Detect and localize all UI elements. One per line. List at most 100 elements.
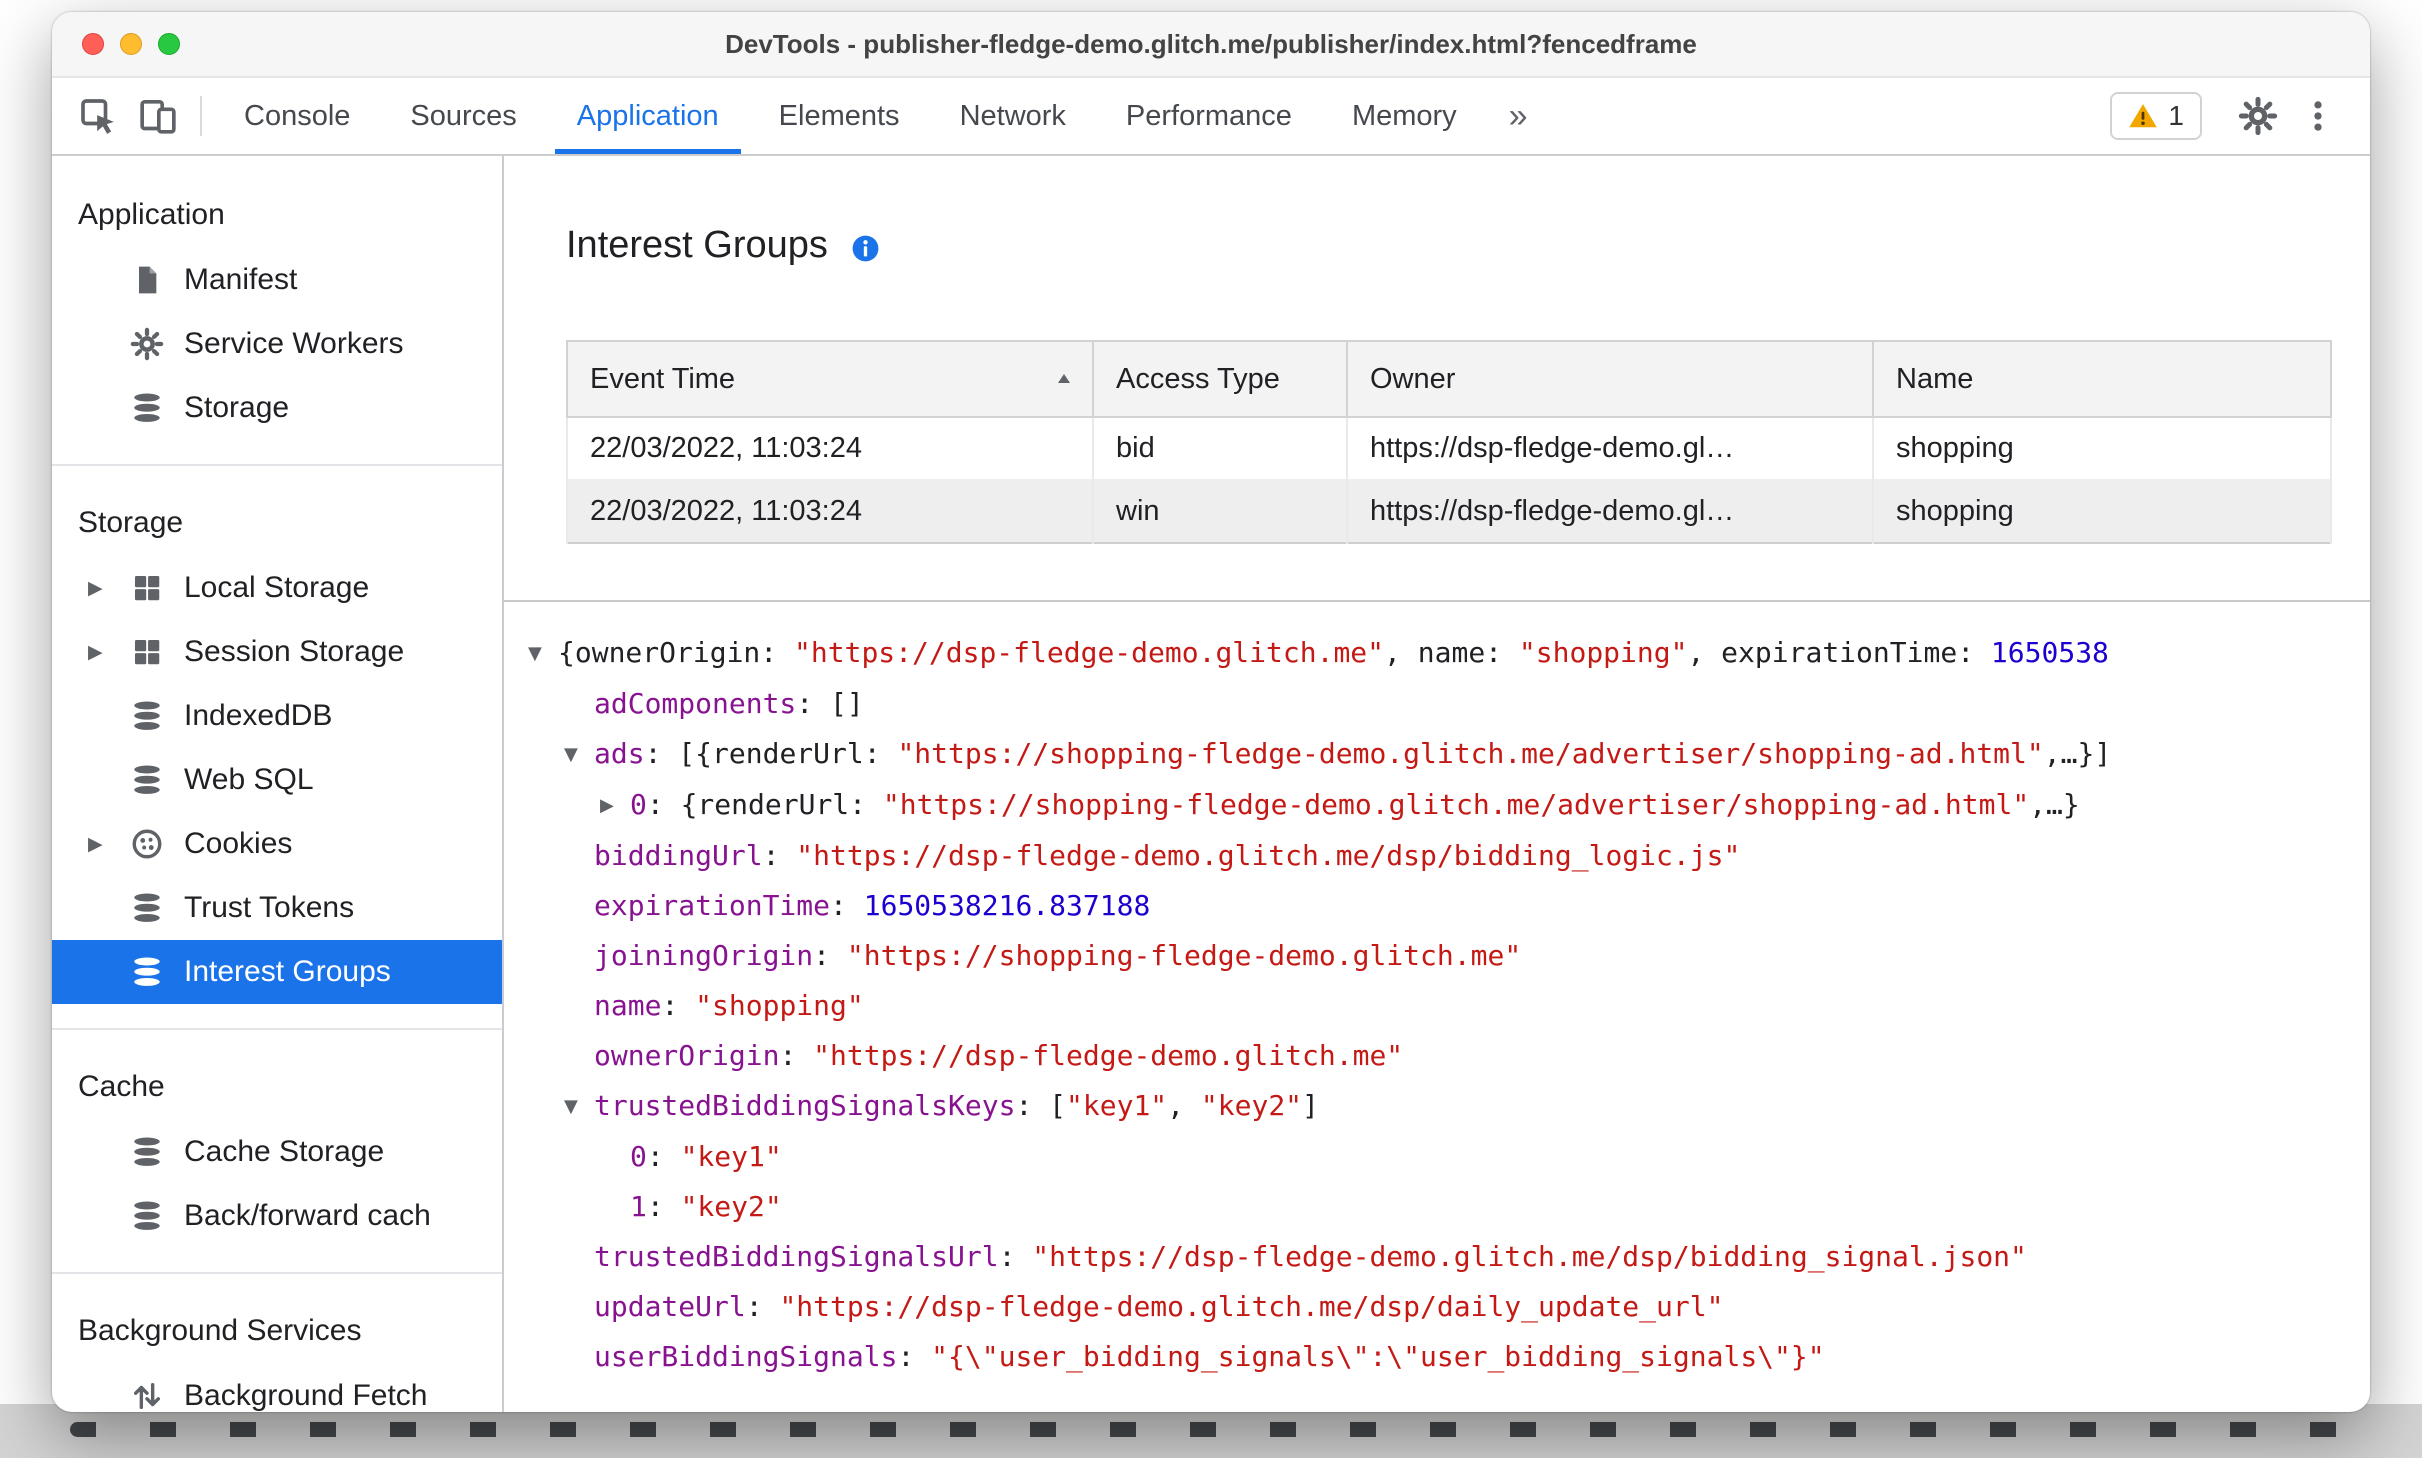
sidebar-item-back-forward-cach[interactable]: Back/forward cach (52, 1184, 502, 1248)
toolbar-right-controls: 1 (2110, 78, 2370, 154)
sidebar-section-cache: Cache (78, 1070, 165, 1103)
tree-line[interactable]: adComponents: [] (528, 679, 2370, 729)
tab-network[interactable]: Network (930, 78, 1096, 154)
sidebar-item-cookies[interactable]: ▶ Cookies (52, 812, 502, 876)
disclosure-triangle-icon[interactable]: ▶ (88, 641, 128, 664)
collapse-arrow-icon[interactable]: ▼ (564, 730, 594, 780)
sidebar-item-local-storage[interactable]: ▶ Local Storage (52, 556, 502, 620)
tree-line[interactable]: ownerOrigin: "https://dsp-fledge-demo.gl… (528, 1031, 2370, 1081)
string-value: "https://dsp-fledge-demo.glitch.me/dsp/b… (1032, 1240, 2027, 1273)
tree-line[interactable]: userBiddingSignals: "{\"user_bidding_sig… (528, 1332, 2370, 1382)
column-header-access-type[interactable]: Access Type (1092, 340, 1348, 418)
event-cell: win (1092, 479, 1348, 543)
tree-line[interactable]: joiningOrigin: "https://shopping-fledge-… (528, 931, 2370, 981)
string-value: "key1" (680, 1140, 782, 1173)
panel-tabs: Console Sources Application Elements Network… (214, 78, 1487, 154)
zoom-button[interactable] (158, 33, 180, 55)
device-toolbar-button[interactable] (128, 78, 188, 154)
column-header-event-time[interactable]: Event Time (566, 340, 1094, 418)
database-icon (128, 953, 166, 991)
issues-badge[interactable]: 1 (2110, 92, 2202, 140)
disclosure-triangle-icon[interactable]: ▶ (88, 577, 128, 600)
tree-line[interactable]: 1: "key2" (528, 1182, 2370, 1232)
punctuation: [{renderUrl: (678, 737, 898, 770)
sidebar-item-label: Back/forward cach (184, 1199, 431, 1232)
tab-console[interactable]: Console (214, 78, 380, 154)
sidebar-item-web-sql[interactable]: Web SQL (52, 748, 502, 812)
property-name: userBiddingSignals (594, 1340, 898, 1373)
background-page-strip (0, 1404, 2422, 1458)
expand-arrow-icon[interactable]: ▶ (600, 781, 630, 831)
tab-memory[interactable]: Memory (1322, 78, 1487, 154)
sidebar-section-storage: Storage (78, 506, 184, 539)
tree-line[interactable]: ▼ {ownerOrigin: "https://dsp-fledge-demo.… (528, 628, 2370, 679)
string-value: "https://dsp-fledge-demo.glitch.me/dsp/b… (796, 839, 1741, 872)
info-button[interactable] (850, 233, 881, 264)
sidebar-item-service-workers[interactable]: Service Workers (52, 312, 502, 376)
window-titlebar: DevTools - publisher-fledge-demo.glitch.… (52, 12, 2370, 78)
sidebar-item-background-fetch[interactable]: Background Fetch (52, 1364, 502, 1412)
event-cell: 22/03/2022, 11:03:24 (566, 416, 1094, 480)
tab-performance[interactable]: Performance (1096, 78, 1322, 154)
punctuation: : (796, 687, 831, 720)
column-header-name[interactable]: Name (1872, 340, 2332, 418)
tab-application[interactable]: Application (547, 78, 749, 154)
issues-count: 1 (2168, 100, 2184, 131)
tree-line[interactable]: 0: "key1" (528, 1132, 2370, 1182)
property-name: ownerOrigin (594, 1039, 780, 1072)
tree-line[interactable]: ▼ ads: [{renderUrl: "https://shopping-fle… (528, 729, 2370, 780)
sidebar-item-interest-groups[interactable]: Interest Groups (52, 940, 502, 1004)
panel-header: Interest Groups (504, 156, 2370, 274)
sidebar-item-trust-tokens[interactable]: Trust Tokens (52, 876, 502, 940)
string-value: "https://shopping-fledge-demo.glitch.me" (846, 939, 1522, 972)
event-cell: bid (1092, 416, 1348, 480)
string-value: "shopping" (1518, 636, 1688, 669)
punctuation: { (558, 636, 575, 669)
traffic-lights (82, 12, 180, 76)
close-button[interactable] (82, 33, 104, 55)
tab-sources[interactable]: Sources (380, 78, 546, 154)
sidebar-section-background-services: Background Services (78, 1314, 362, 1347)
punctuation: : (644, 737, 679, 770)
column-label: Access Type (1116, 362, 1280, 395)
sidebar-item-label: IndexedDB (184, 699, 333, 732)
minimize-button[interactable] (120, 33, 142, 55)
sidebar-item-session-storage[interactable]: ▶ Session Storage (52, 620, 502, 684)
punctuation: : (779, 1039, 814, 1072)
sidebar-section-divider (52, 464, 502, 466)
tree-line[interactable]: updateUrl: "https://dsp-fledge-demo.glit… (528, 1282, 2370, 1332)
disclosure-triangle-icon[interactable]: ▶ (88, 833, 128, 856)
grid-icon (128, 569, 166, 607)
interest-group-event-row[interactable]: 22/03/2022, 11:03:24 bid https://dsp-fledg… (566, 416, 2332, 480)
event-cell: shopping (1872, 479, 2332, 543)
tree-line[interactable]: trustedBiddingSignalsUrl: "https://dsp-f… (528, 1232, 2370, 1282)
column-label: Name (1896, 362, 1974, 395)
column-header-owner[interactable]: Owner (1346, 340, 1874, 418)
punctuation: , (1167, 1089, 1201, 1122)
string-value: "https://shopping-fledge-demo.glitch.me/… (882, 788, 2030, 821)
punctuation: [ (1049, 1089, 1067, 1122)
settings-button[interactable] (2228, 96, 2288, 136)
collapse-arrow-icon[interactable]: ▼ (528, 629, 558, 679)
tree-line[interactable]: expirationTime: 1650538216.837188 (528, 881, 2370, 931)
menu-button[interactable] (2288, 97, 2348, 135)
tree-line[interactable]: ▶ 0: {renderUrl: "https://shopping-fledge… (528, 780, 2370, 831)
tab-elements[interactable]: Elements (749, 78, 930, 154)
more-tabs-button[interactable]: » (1487, 78, 1550, 154)
collapse-arrow-icon[interactable]: ▼ (564, 1082, 594, 1132)
interest-group-event-row[interactable]: 22/03/2022, 11:03:24 win https://dsp-fledg… (566, 479, 2332, 543)
tree-line[interactable]: ▼ trustedBiddingSignalsKeys: ["key1", "ke… (528, 1081, 2370, 1132)
property-name: name (594, 989, 662, 1022)
property-name: updateUrl (594, 1290, 746, 1323)
punctuation: , name: (1384, 636, 1519, 669)
tree-line[interactable]: name: "shopping" (528, 981, 2370, 1031)
sidebar-item-manifest[interactable]: Manifest (52, 248, 502, 312)
sidebar-item-storage[interactable]: Storage (52, 376, 502, 440)
inspect-element-button[interactable] (68, 78, 128, 154)
punctuation: : (745, 1290, 780, 1323)
sidebar-item-indexeddb[interactable]: IndexedDB (52, 684, 502, 748)
tree-line[interactable]: biddingUrl: "https://dsp-fledge-demo.gli… (528, 831, 2370, 881)
event-cell: shopping (1872, 416, 2332, 480)
devtools-toolbar: Console Sources Application Elements Network… (52, 78, 2370, 156)
sidebar-item-cache-storage[interactable]: Cache Storage (52, 1120, 502, 1184)
